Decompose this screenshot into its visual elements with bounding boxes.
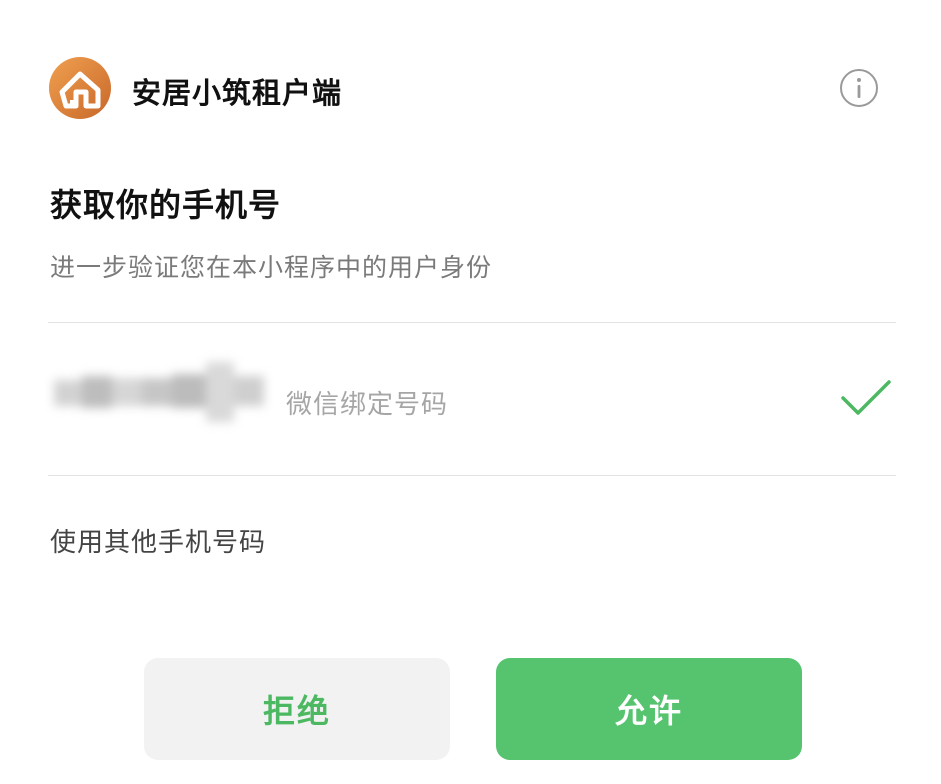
use-other-number-link[interactable]: 使用其他手机号码 [50,522,266,559]
allow-button[interactable]: 允许 [496,658,802,760]
house-logo-icon [49,57,111,119]
wechat-phone-option[interactable]: 微信绑定号码 [48,330,896,468]
masked-phone-number [54,360,274,424]
app-header: 安居小筑租户端 [48,56,893,120]
info-circle-icon[interactable] [839,68,879,108]
divider [48,475,896,476]
phone-label: 微信绑定号码 [286,390,449,420]
reject-button[interactable]: 拒绝 [144,658,450,760]
checkmark-icon [841,380,891,415]
divider [48,322,896,323]
app-name: 安居小筑租户端 [132,76,343,110]
page-subtitle: 进一步验证您在本小程序中的用户身份 [50,253,493,282]
page-title: 获取你的手机号 [50,186,282,224]
